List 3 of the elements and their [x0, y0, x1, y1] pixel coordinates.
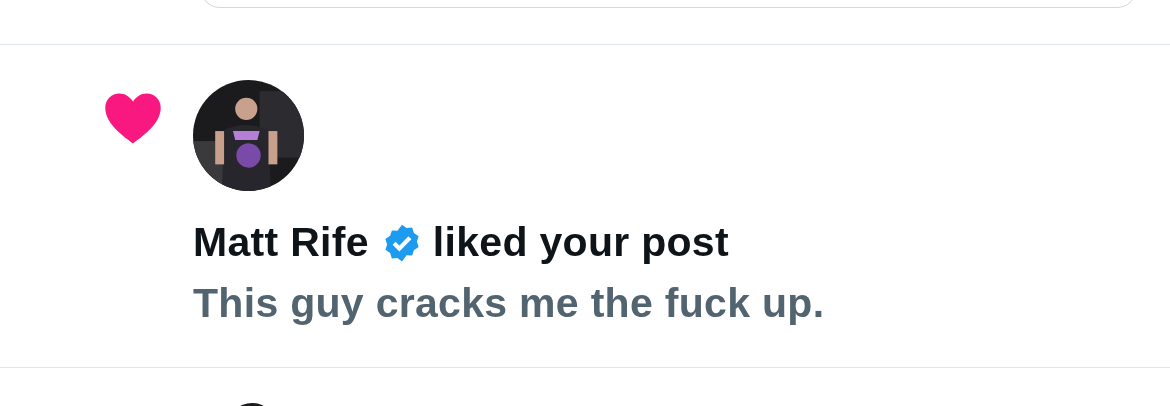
user-name[interactable]: Matt Rife [193, 219, 369, 266]
post-text[interactable]: This guy cracks me the fuck up. [193, 280, 825, 327]
notification-text: liked your post [432, 219, 729, 266]
